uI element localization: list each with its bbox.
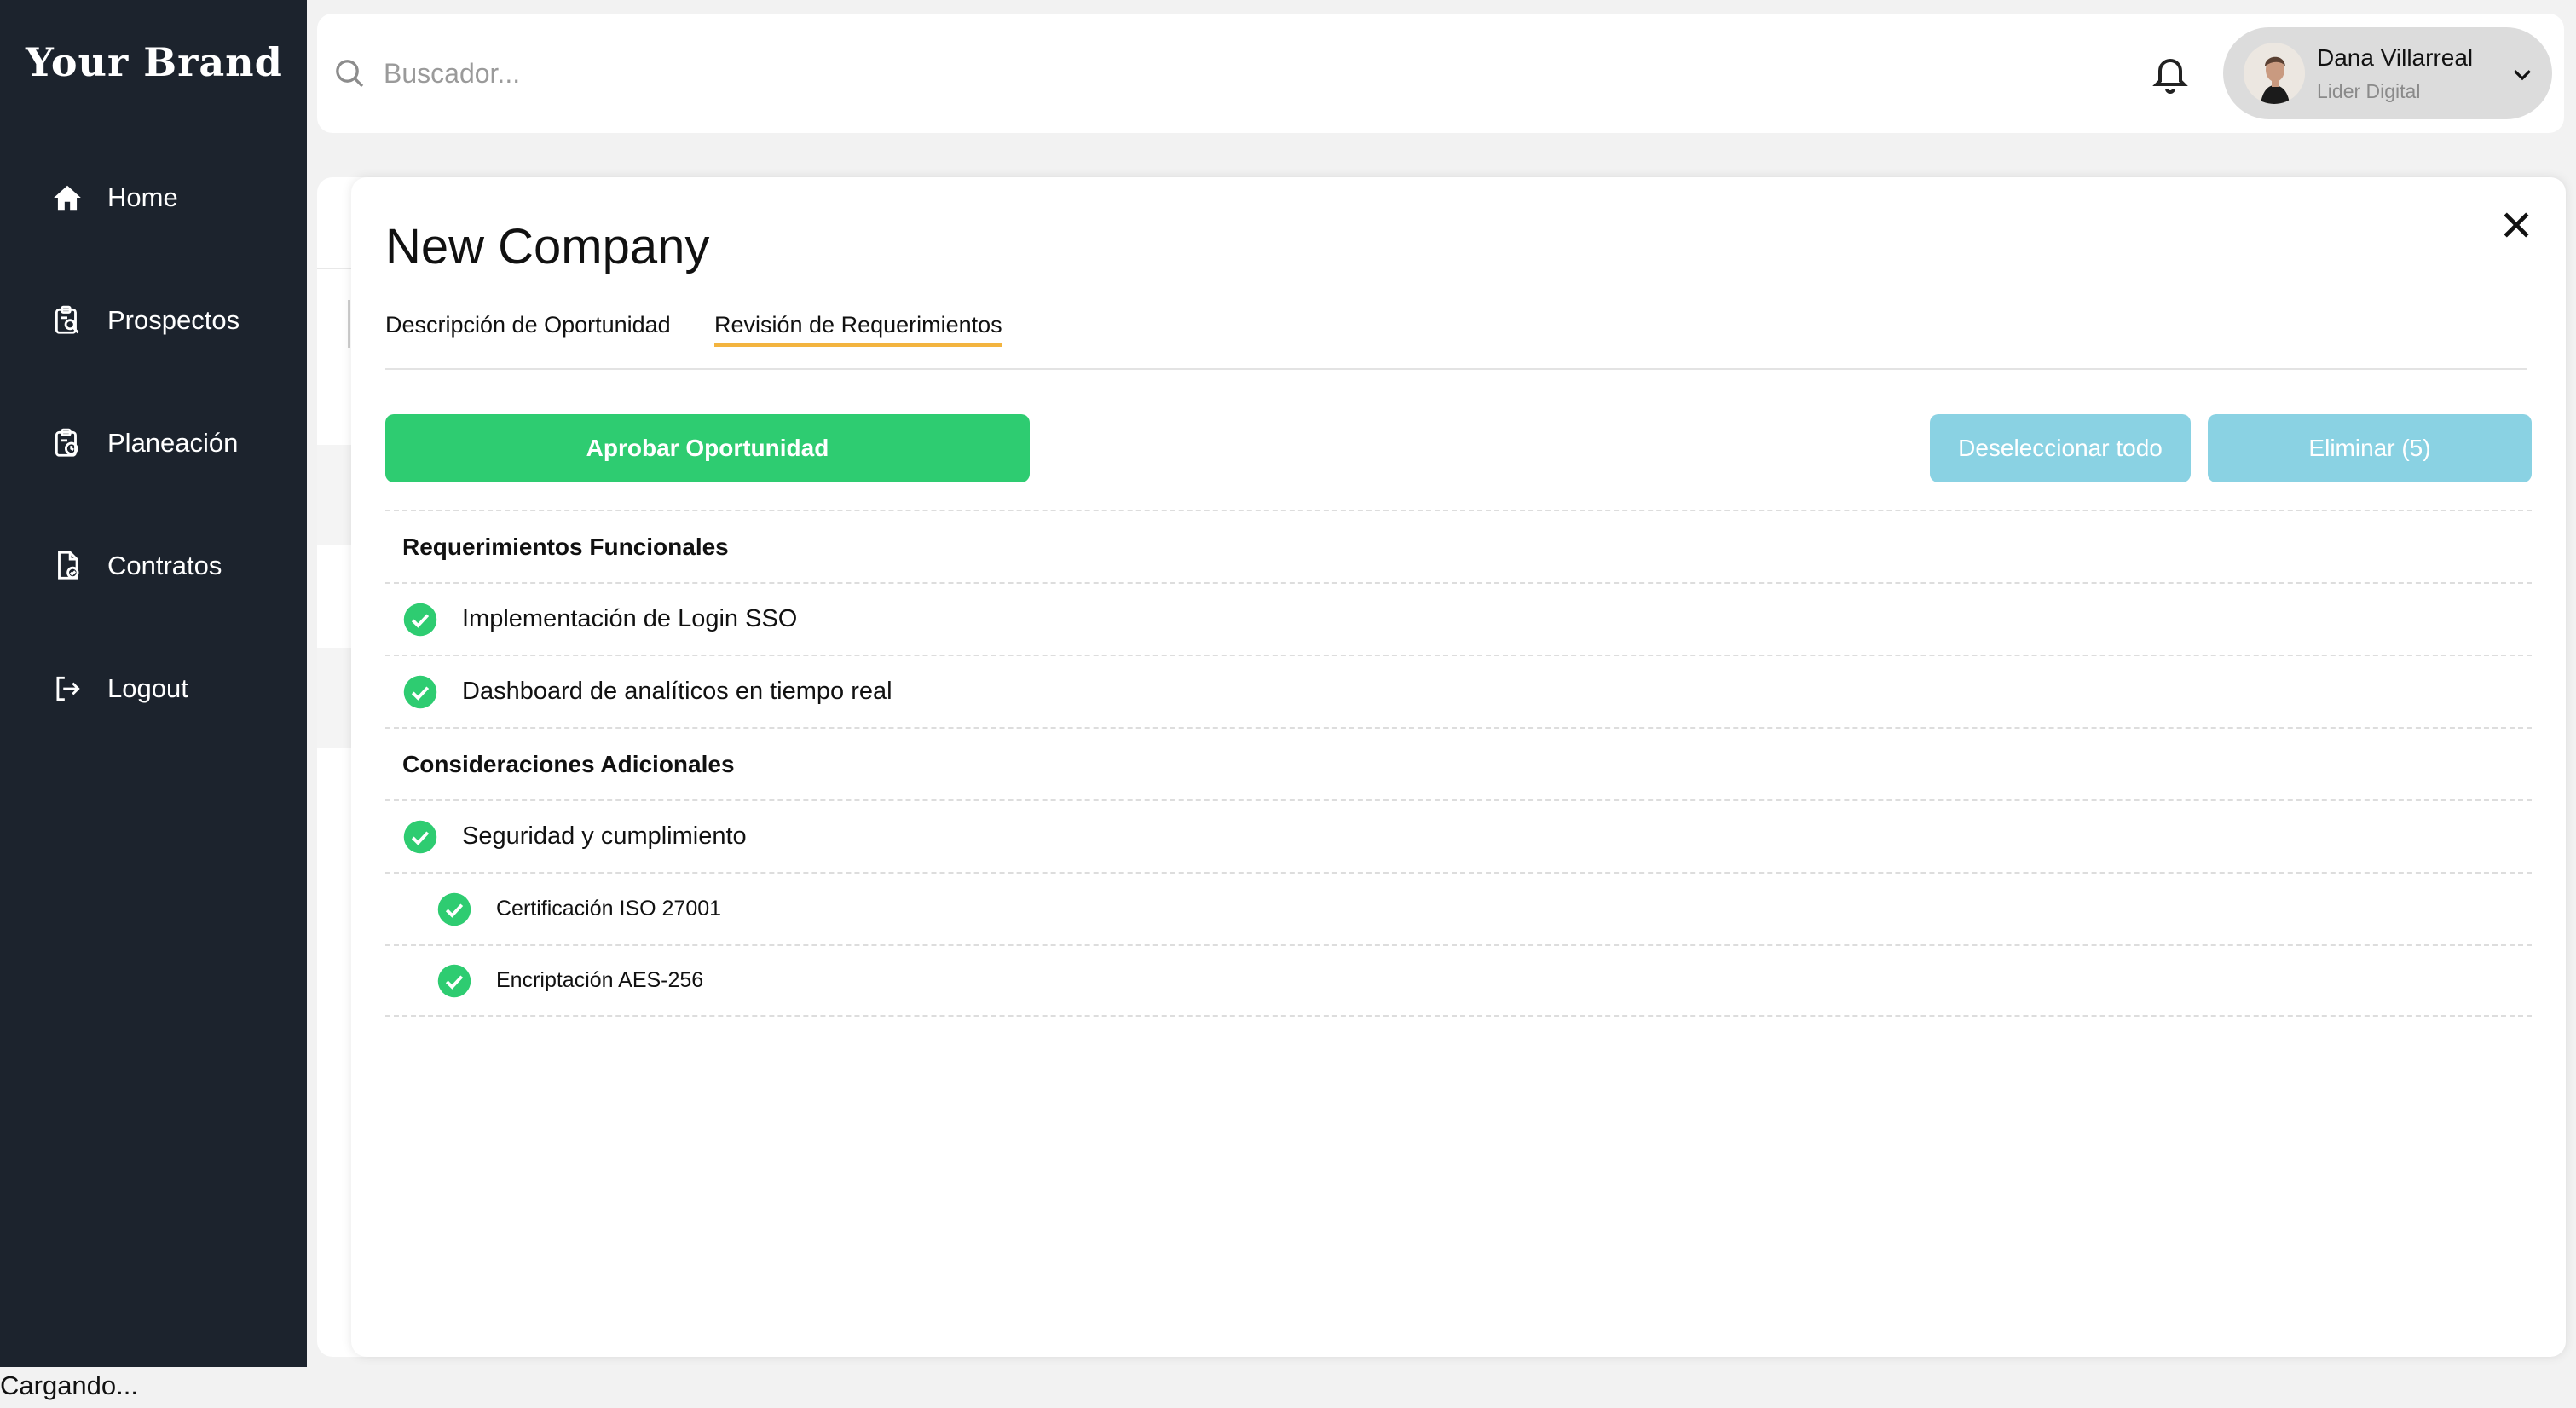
tab-revision-requerimientos[interactable]: Revisión de Requerimientos <box>714 312 1002 347</box>
clipboard-clock-icon <box>55 428 78 457</box>
check-circle-icon[interactable] <box>436 963 472 999</box>
requirements-list: Requerimientos Funcionales Implementació… <box>385 510 2532 1017</box>
close-icon[interactable] <box>2498 206 2535 244</box>
list-item[interactable]: Seguridad y cumplimiento <box>385 799 2532 872</box>
brand-logo: Your Brand <box>26 39 283 85</box>
sidebar-item-prospectos[interactable]: Prospectos <box>51 295 240 346</box>
requirement-label: Implementación de Login SSO <box>462 605 798 632</box>
user-name: Dana Villarreal <box>2317 44 2474 71</box>
sidebar-item-label: Contratos <box>107 551 222 580</box>
sidebar-item-label: Planeación <box>107 428 239 458</box>
modal-tabs: Descripción de Oportunidad Revisión de R… <box>385 312 2527 370</box>
list-item[interactable]: Dashboard de analíticos en tiempo real <box>385 655 2532 727</box>
sidebar-item-logout[interactable]: Logout <box>51 663 188 714</box>
check-circle-icon[interactable] <box>402 819 438 855</box>
requirement-label: Dashboard de analíticos en tiempo real <box>462 678 892 705</box>
check-circle-icon[interactable] <box>402 602 438 638</box>
sidebar-item-planeacion[interactable]: Planeación <box>51 418 238 469</box>
clipboard-search-icon <box>55 305 79 334</box>
document-check-icon <box>58 551 79 580</box>
list-item[interactable]: Certificación ISO 27001 <box>385 872 2532 944</box>
sidebar-item-label: Prospectos <box>107 305 240 335</box>
search-icon <box>336 60 364 88</box>
sidebar-item-label: Home <box>107 182 178 212</box>
deselect-all-button[interactable]: Deseleccionar todo <box>1930 414 2191 482</box>
sidebar-item-contratos[interactable]: Contratos <box>51 540 222 591</box>
approve-opportunity-button[interactable]: Aprobar Oportunidad <box>385 414 1030 482</box>
requirement-label: Certificación ISO 27001 <box>496 897 722 920</box>
modal-title: New Company <box>385 219 710 274</box>
section-header: Requerimientos Funcionales <box>385 510 2532 582</box>
requirement-label: Seguridad y cumplimiento <box>462 822 747 850</box>
list-item[interactable]: Encriptación AES-256 <box>385 944 2532 1017</box>
check-circle-icon[interactable] <box>402 674 438 710</box>
app-root: Your Brand Home Prospectos Planeación Co… <box>0 0 2576 1408</box>
tab-descripcion-oportunidad[interactable]: Descripción de Oportunidad <box>385 312 671 343</box>
sidebar-item-label: Logout <box>107 673 188 703</box>
home-icon <box>54 185 81 211</box>
loading-status: Cargando... <box>0 1370 138 1400</box>
chevron-down-icon <box>2514 70 2531 81</box>
avatar <box>2244 43 2305 104</box>
search-input[interactable] <box>384 48 1833 99</box>
requirement-label: Encriptación AES-256 <box>496 968 704 992</box>
user-menu[interactable]: Dana Villarreal Lider Digital <box>2223 27 2552 119</box>
check-circle-icon[interactable] <box>436 892 472 927</box>
new-company-modal: New Company Descripción de Oportunidad R… <box>351 177 2566 1357</box>
delete-selected-button[interactable]: Eliminar (5) <box>2208 414 2532 482</box>
section-title: Requerimientos Funcionales <box>402 533 729 560</box>
section-header: Consideraciones Adicionales <box>385 727 2532 799</box>
section-title: Consideraciones Adicionales <box>402 750 735 777</box>
list-item[interactable]: Implementación de Login SSO <box>385 582 2532 655</box>
sidebar: Your Brand Home Prospectos Planeación Co… <box>0 0 307 1367</box>
bell-icon[interactable] <box>2150 53 2191 95</box>
logout-icon <box>56 676 80 701</box>
user-role: Lider Digital <box>2317 80 2421 102</box>
top-bar: Dana Villarreal Lider Digital <box>317 14 2564 133</box>
sidebar-item-home[interactable]: Home <box>51 172 178 223</box>
